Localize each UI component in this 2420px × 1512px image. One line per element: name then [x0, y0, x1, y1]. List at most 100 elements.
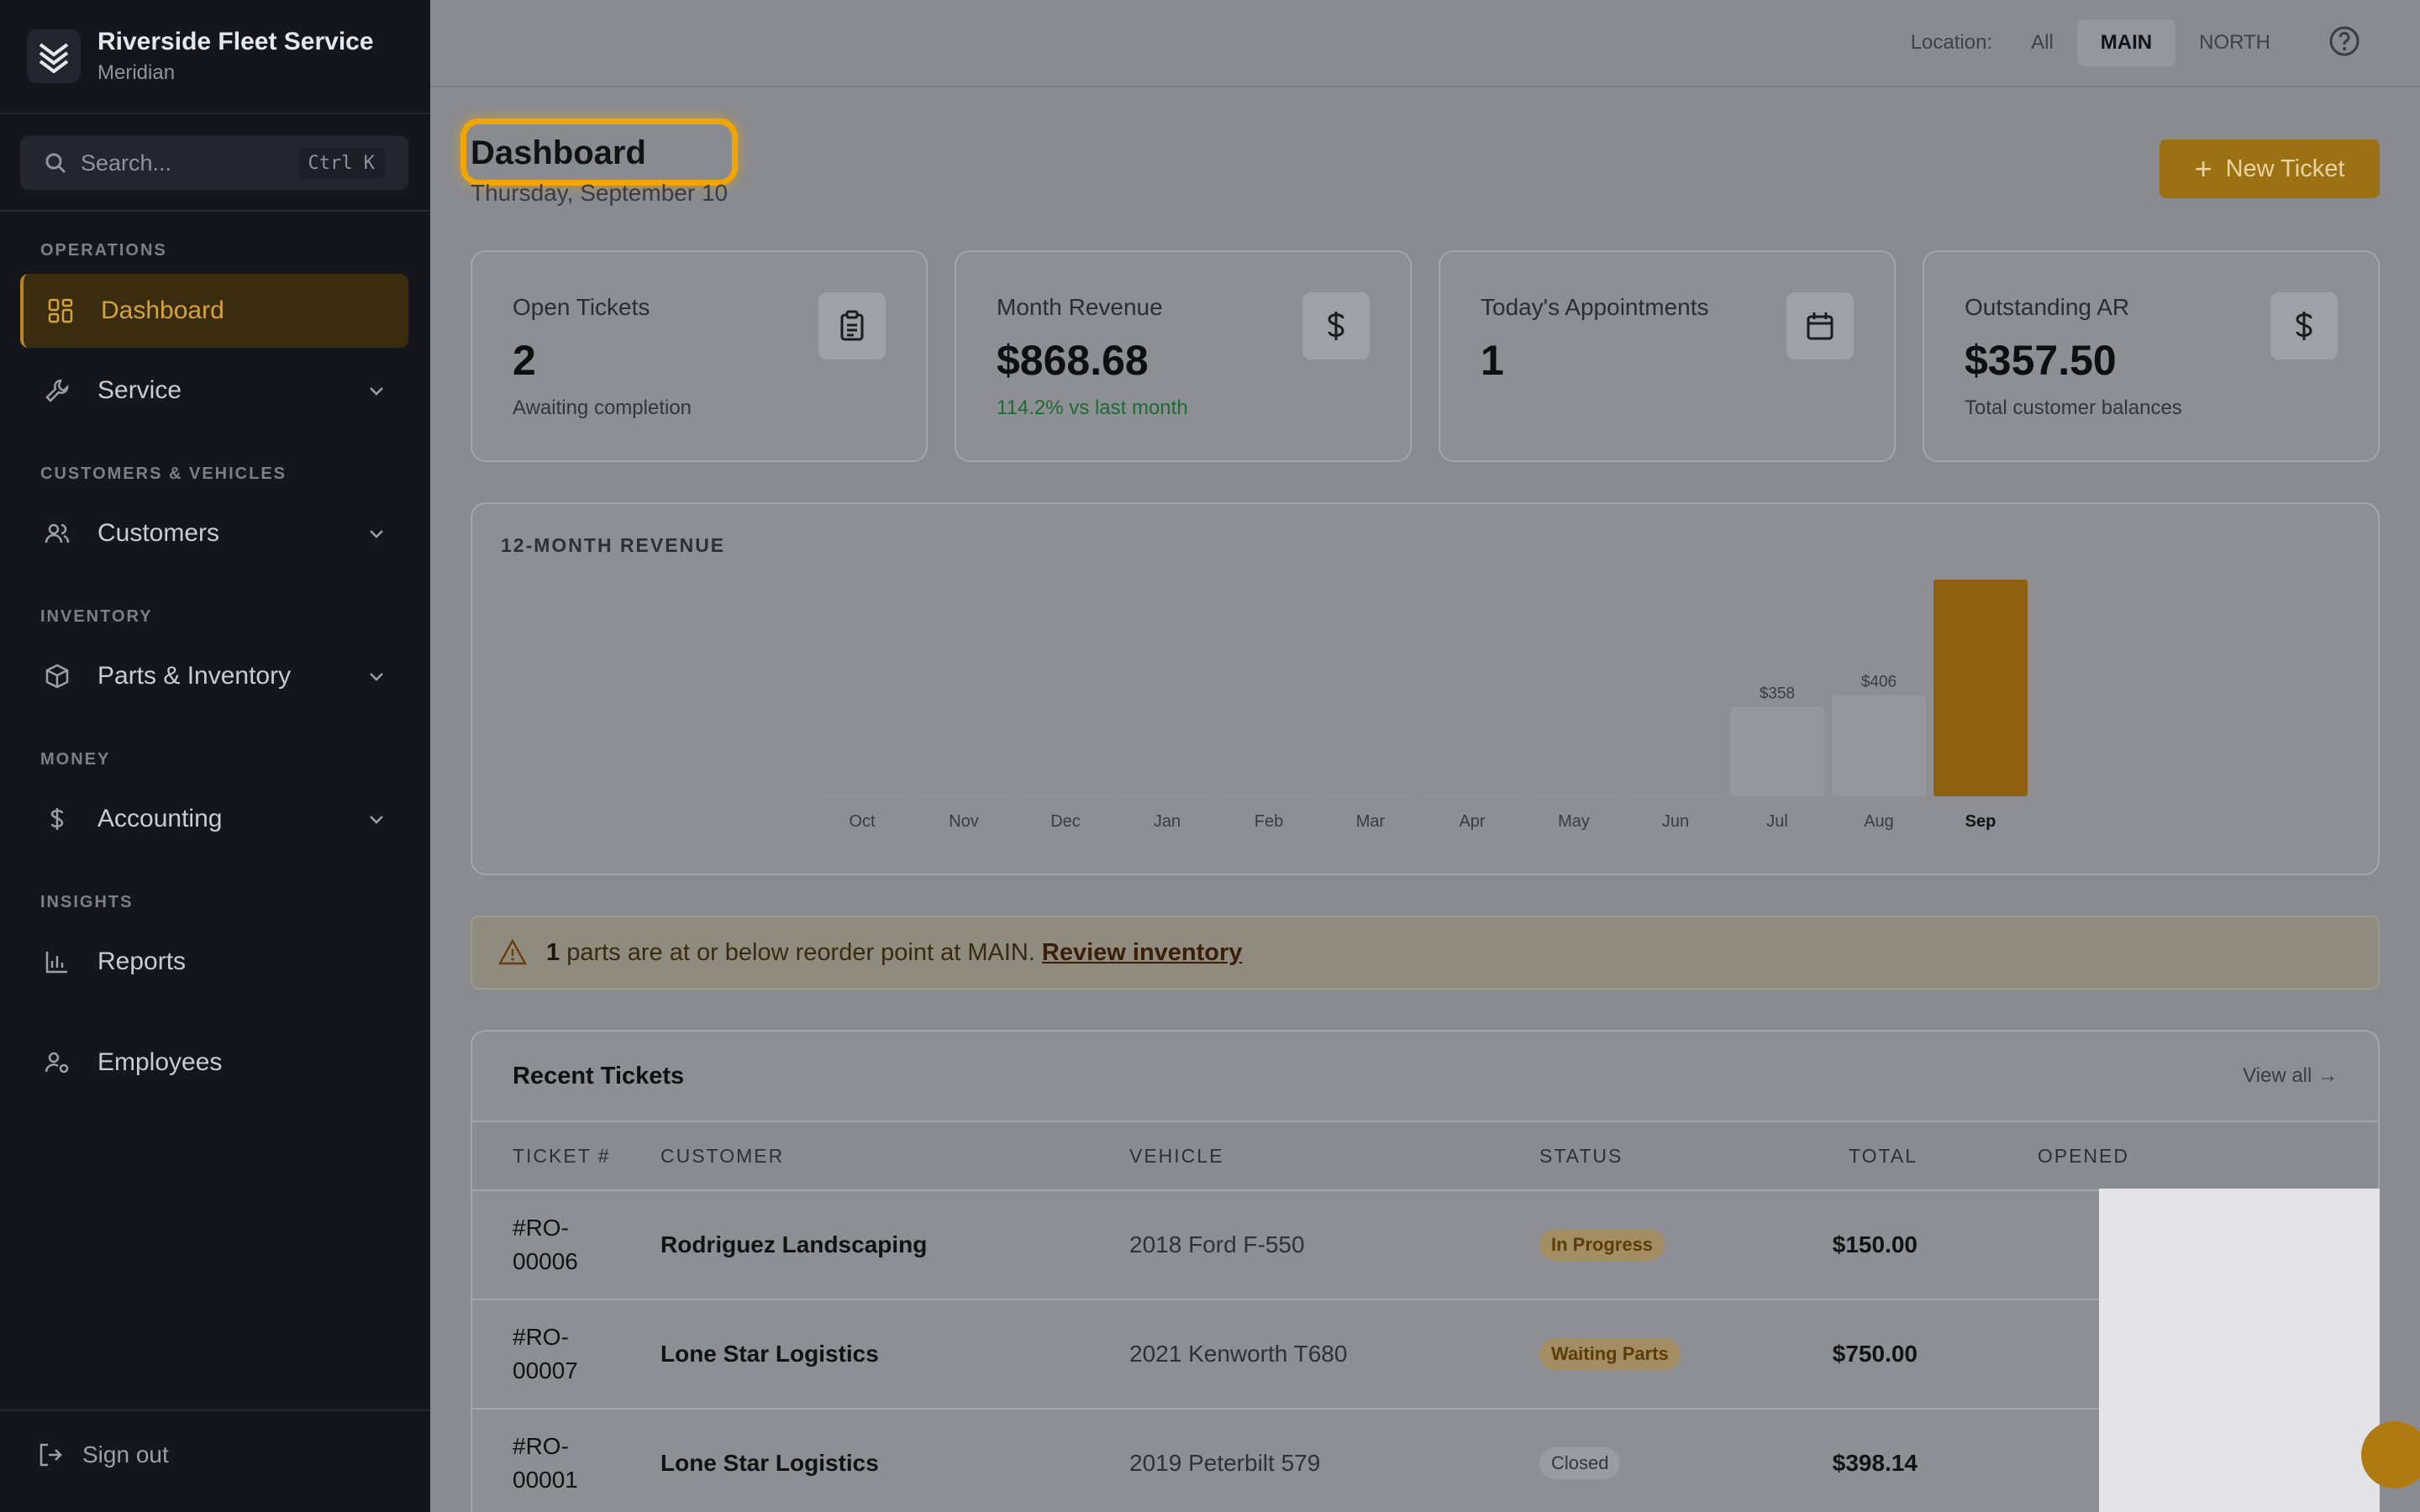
- status-badge: In Progress: [1539, 1229, 1665, 1261]
- bar-may[interactable]: [1527, 795, 1621, 796]
- x-tick-label: Sep: [1965, 812, 1996, 831]
- bar-jan[interactable]: [1120, 795, 1214, 796]
- revenue-chart: 12-MONTH REVENUE Oct Nov Dec Jan Feb Mar Apr Ma…: [471, 502, 2380, 875]
- ticket-customer: Lone Star Logistics: [660, 1450, 879, 1476]
- bar-aug[interactable]: [1832, 695, 1926, 796]
- dollar-icon: [2270, 292, 2338, 360]
- sign-out-button[interactable]: Sign out: [37, 1441, 169, 1468]
- dollar-icon: [1302, 292, 1370, 360]
- ticket-customer: Lone Star Logistics: [660, 1341, 879, 1367]
- x-tick-label: Jan: [1154, 812, 1181, 831]
- x-tick-label: Jun: [1662, 812, 1689, 831]
- reorder-alert: 1 parts are at or below reorder point at…: [471, 916, 2380, 990]
- bar-dec[interactable]: [1018, 795, 1113, 796]
- package-icon: [42, 661, 72, 691]
- users-icon: [42, 518, 72, 549]
- table-row[interactable]: #RO- 00006 Rodriguez Landscaping 2018 For…: [472, 1191, 2378, 1300]
- location-option-all[interactable]: All: [2007, 19, 2077, 66]
- stat-card-open-tickets: Open Tickets 2 Awaiting completion: [471, 250, 928, 462]
- card-subtitle: Awaiting completion: [513, 396, 692, 419]
- sidebar-item-label: Accounting: [97, 805, 223, 832]
- top-bar: Location: All MAIN NORTH: [430, 0, 2420, 87]
- sidebar-item-parts-inventory[interactable]: Parts & Inventory: [20, 639, 408, 713]
- stat-card-appointments: Today's Appointments 1: [1439, 250, 1896, 462]
- x-tick-label: Feb: [1255, 812, 1283, 831]
- search-icon: [45, 153, 66, 174]
- app-logo-icon: [27, 29, 81, 83]
- bar-jun[interactable]: [1628, 795, 1723, 796]
- tickets-title: Recent Tickets: [513, 1062, 685, 1089]
- view-all-link[interactable]: View all →: [2243, 1064, 2338, 1088]
- ticket-total: $150.00: [1832, 1231, 1918, 1257]
- ticket-vehicle: 2021 Kenworth T680: [1129, 1341, 1348, 1367]
- chevron-down-icon: [370, 387, 383, 396]
- section-inventory: INVENTORY: [40, 607, 153, 626]
- table-row[interactable]: #RO- 00007 Lone Star Logistics 2021 Kenwo…: [472, 1300, 2378, 1410]
- app-subtitle: Meridian: [97, 61, 176, 84]
- sidebar-item-employees[interactable]: Employees: [20, 1026, 408, 1100]
- ticket-total: $398.14: [1832, 1450, 1918, 1476]
- sidebar-item-service[interactable]: Service: [20, 354, 408, 428]
- sidebar-item-label: Reports: [97, 948, 187, 975]
- sidebar-item-label: Customers: [97, 519, 220, 547]
- x-tick-label: Nov: [949, 812, 979, 831]
- search-input[interactable]: Search... Ctrl K: [20, 136, 408, 190]
- ticket-total: $750.00: [1832, 1341, 1918, 1367]
- app-name: Riverside Fleet Service: [97, 28, 374, 55]
- sidebar-item-customers[interactable]: Customers: [20, 496, 408, 570]
- divider: [0, 1410, 430, 1411]
- x-tick-label: Jul: [1766, 812, 1788, 831]
- dashboard-icon: [45, 296, 76, 326]
- x-tick-label: Apr: [1459, 812, 1485, 831]
- sidebar-item-accounting[interactable]: Accounting: [20, 782, 408, 856]
- page-title: Dashboard: [471, 134, 646, 171]
- x-tick-label: Dec: [1050, 812, 1081, 831]
- brand[interactable]: Riverside Fleet Service Meridian: [0, 0, 430, 114]
- bar-oct[interactable]: [815, 795, 909, 796]
- bar-nov[interactable]: [917, 795, 1011, 796]
- location-option-north[interactable]: NORTH: [2175, 19, 2294, 66]
- card-subtitle: 114.2% vs last month: [997, 396, 1188, 419]
- table-row[interactable]: #RO- 00001 Lone Star Logistics 2019 Peter…: [472, 1410, 2378, 1512]
- sidebar: Riverside Fleet Service Meridian Search.…: [0, 0, 430, 1512]
- column-header-status[interactable]: STATUS: [1539, 1145, 1707, 1168]
- new-ticket-button[interactable]: + New Ticket: [2160, 139, 2380, 198]
- section-insights: INSIGHTS: [40, 893, 134, 911]
- sidebar-item-reports[interactable]: Reports: [20, 925, 408, 999]
- column-header-opened[interactable]: OPENED: [1918, 1145, 2170, 1168]
- chat-fab-button[interactable]: [2361, 1421, 2420, 1488]
- table-header: TICKET # CUSTOMER VEHICLE STATUS TOTAL O…: [472, 1122, 2378, 1191]
- bar-sep[interactable]: [1933, 580, 2028, 796]
- column-header-customer[interactable]: CUSTOMER: [660, 1145, 1129, 1168]
- user-cog-icon: [42, 1047, 72, 1078]
- column-header-ticket[interactable]: TICKET #: [472, 1139, 660, 1173]
- bar-mar[interactable]: [1323, 795, 1418, 796]
- help-icon[interactable]: [2328, 24, 2361, 62]
- column-header-vehicle[interactable]: VEHICLE: [1129, 1145, 1539, 1168]
- bar-feb[interactable]: [1222, 795, 1316, 796]
- bar-jul[interactable]: [1730, 706, 1824, 796]
- ticket-number: #RO- 00007: [513, 1324, 578, 1383]
- location-option-main[interactable]: MAIN: [2076, 19, 2176, 66]
- sign-out-label: Sign out: [82, 1441, 169, 1467]
- ticket-customer: Rodriguez Landscaping: [660, 1231, 928, 1257]
- bar-chart-icon: [42, 947, 72, 977]
- alert-text: parts are at or below reorder point at M…: [566, 938, 1035, 966]
- warning-icon: [497, 938, 528, 965]
- page-date: Thursday, September 10: [471, 180, 729, 206]
- recent-tickets-table: Recent Tickets View all → TICKET # CUSTO…: [471, 1030, 2380, 1512]
- alert-message: 1 parts are at or below reorder point at…: [546, 939, 1035, 967]
- ticket-vehicle: 2019 Peterbilt 579: [1129, 1450, 1321, 1476]
- new-ticket-label: New Ticket: [2225, 155, 2345, 182]
- sidebar-item-dashboard[interactable]: Dashboard: [20, 274, 408, 348]
- review-inventory-link[interactable]: Review inventory: [1042, 939, 1243, 967]
- sidebar-item-label: Service: [97, 376, 182, 404]
- chevron-down-icon: [370, 673, 383, 681]
- column-header-total[interactable]: TOTAL: [1707, 1145, 1918, 1168]
- bar-apr[interactable]: [1425, 795, 1519, 796]
- ticket-vehicle: 2018 Ford F-550: [1129, 1231, 1305, 1257]
- plus-icon: +: [2194, 151, 2212, 186]
- location-label: Location:: [1910, 31, 1993, 54]
- stat-card-month-revenue: Month Revenue $868.68 114.2% vs last mon…: [955, 250, 1412, 462]
- section-money: MONEY: [40, 750, 111, 769]
